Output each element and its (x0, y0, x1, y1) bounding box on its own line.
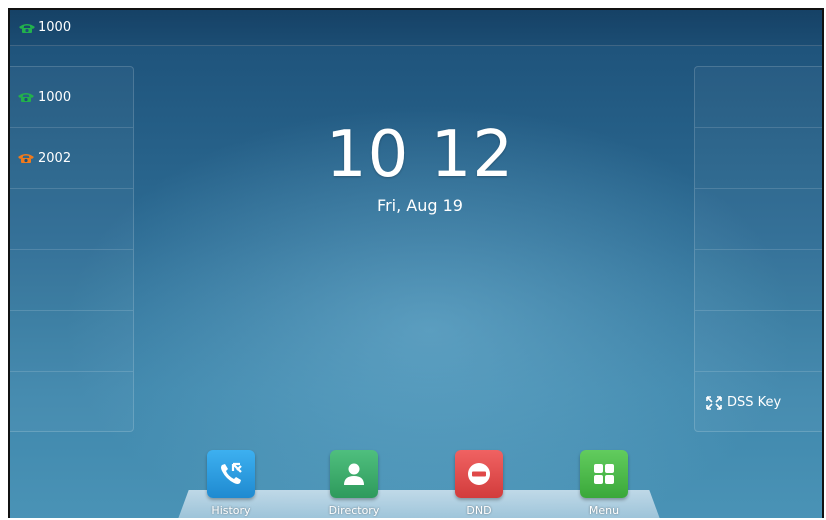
status-bar: 1000 (10, 10, 822, 46)
left-line-keys-panel: 1000 2002 (10, 66, 134, 433)
directory-softkey[interactable]: Directory (309, 450, 399, 517)
line-key-8[interactable] (695, 128, 822, 189)
line-key-10[interactable] (695, 250, 822, 311)
menu-grid-icon (594, 464, 614, 484)
line-key-11[interactable] (695, 311, 822, 372)
line-key-5[interactable] (10, 311, 133, 372)
dnd-tile[interactable] (455, 450, 503, 498)
line-key-label: 1000 (38, 89, 72, 105)
history-label: History (211, 504, 251, 517)
menu-tile[interactable] (580, 450, 628, 498)
phone-handset-icon (18, 93, 34, 102)
history-tile[interactable] (207, 450, 255, 498)
phone-handset-icon (19, 23, 35, 33)
contact-person-icon (344, 463, 364, 485)
clock-date: Fri, Aug 19 (377, 196, 463, 215)
menu-label: Menu (588, 504, 620, 517)
line-key-6[interactable] (10, 372, 133, 433)
line-key-label: 2002 (38, 150, 72, 166)
phone-screen: 1000 1000 2002 DSS Key 10 12 Fri, Aug 19… (8, 8, 824, 518)
dnd-label: DND (466, 504, 492, 517)
do-not-disturb-icon (468, 463, 490, 485)
line-key-7[interactable] (695, 67, 822, 128)
phone-handset-icon (18, 154, 34, 163)
directory-label: Directory (328, 504, 380, 517)
right-line-keys-panel: DSS Key (694, 66, 822, 433)
history-softkey[interactable]: History (186, 450, 276, 517)
account-indicator[interactable]: 1000 (18, 20, 71, 35)
line-key-9[interactable] (695, 189, 822, 250)
dss-key[interactable]: DSS Key (695, 372, 822, 433)
line-key-3[interactable] (10, 189, 133, 250)
line-key-1[interactable]: 1000 (10, 67, 133, 128)
dss-key-label: DSS Key (727, 395, 782, 410)
expand-arrows-icon (706, 395, 722, 410)
dnd-softkey[interactable]: DND (434, 450, 524, 517)
directory-tile[interactable] (330, 450, 378, 498)
account-label: 1000 (38, 20, 72, 35)
line-key-4[interactable] (10, 250, 133, 311)
menu-softkey[interactable]: Menu (559, 450, 649, 517)
clock-time: 10 12 (325, 118, 515, 192)
line-key-2[interactable]: 2002 (10, 128, 133, 189)
call-history-icon (221, 462, 242, 484)
